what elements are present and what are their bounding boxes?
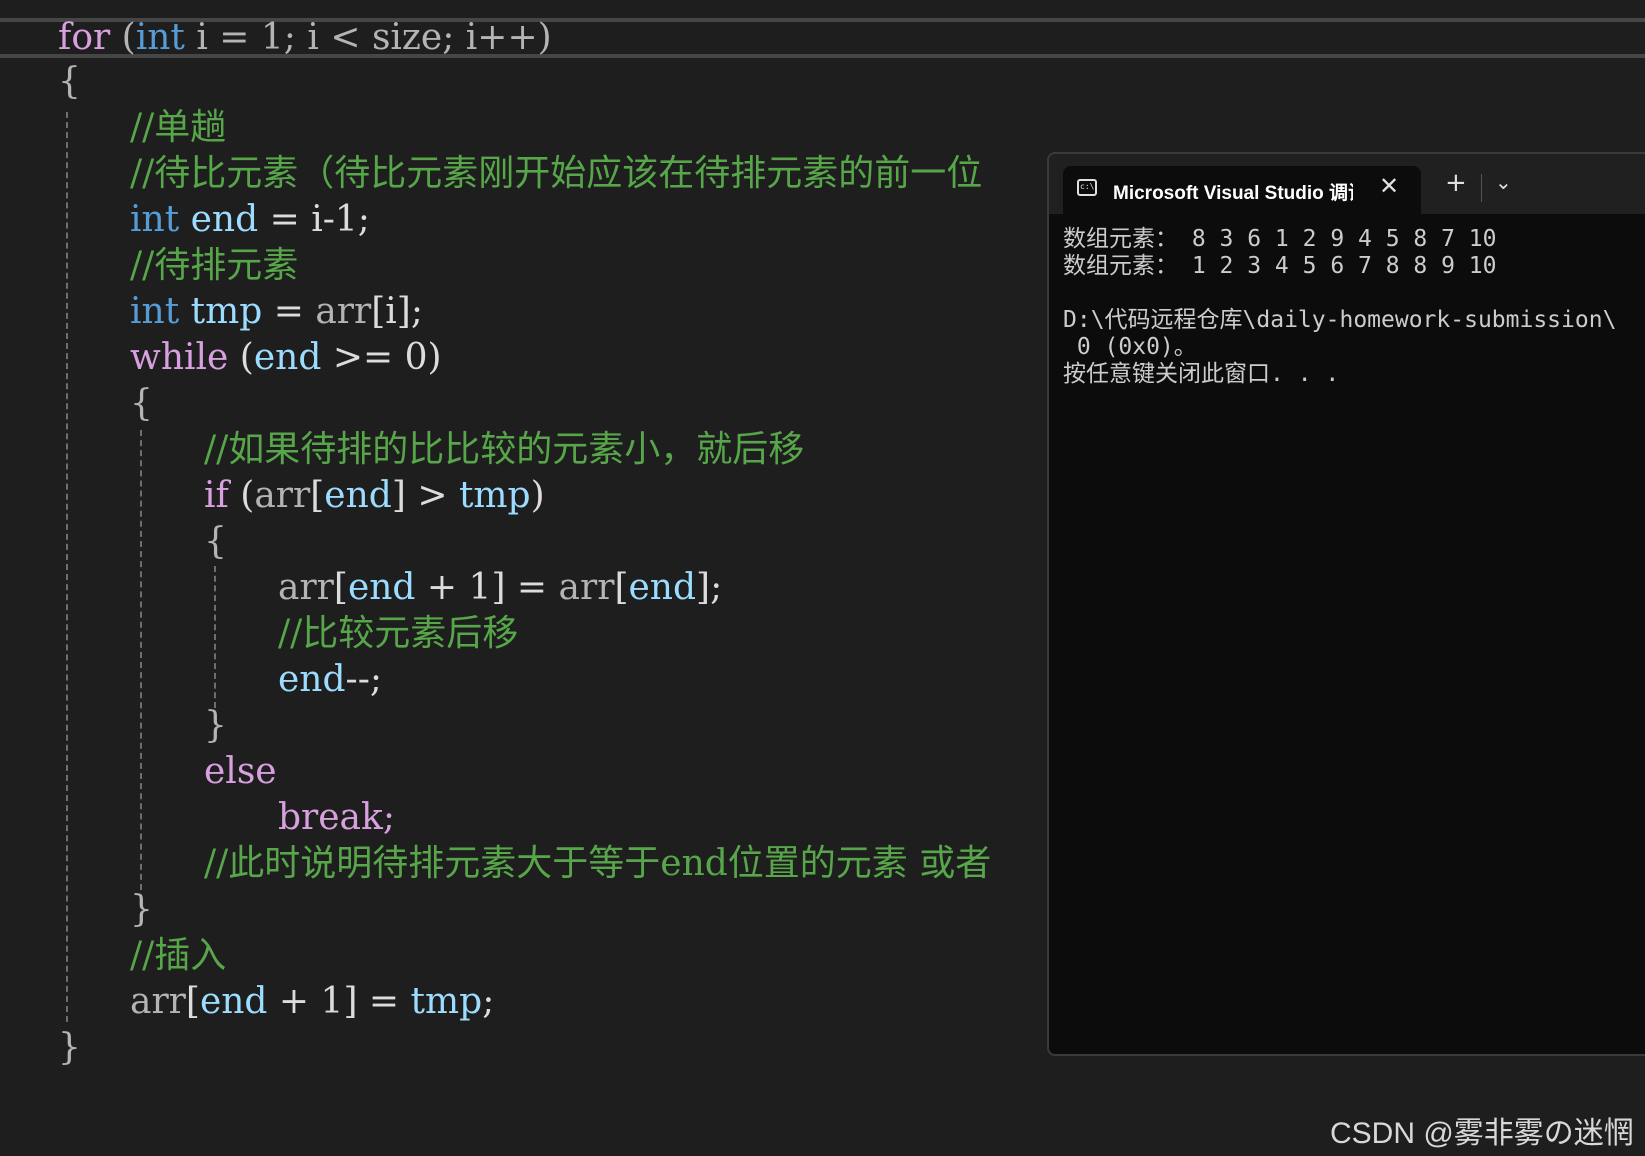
code-comment[interactable]: //如果待排的比比较的元素小，就后移 [204,426,804,474]
code-comment[interactable]: //此时说明待排元素大于等于end位置的元素 或者 [204,840,991,888]
keyword-int: int [135,17,185,58]
console-output[interactable]: 数组元素： 8 3 6 1 2 9 4 5 8 7 10 数组元素： 1 2 3 … [1063,226,1616,388]
code-line-brace-close[interactable]: } [130,886,153,934]
console-line: 数组元素： 8 3 6 1 2 9 4 5 8 7 10 [1063,226,1497,252]
console-line: D:\代码远程仓库\daily-homework-submission\ [1063,307,1617,333]
code-comment[interactable]: //单趟 [130,104,226,152]
code-line-if[interactable]: if (arr[end] > tmp) [204,472,545,520]
code-comment[interactable]: //插入 [130,932,226,980]
keyword-if: if [204,475,229,516]
code-comment[interactable]: //待比元素（待比元素刚开始应该在待排元素的前一位 [130,150,982,198]
csdn-watermark: CSDN @雾非雾の迷惘 [1330,1117,1634,1150]
tab-separator [1481,174,1482,202]
console-tab[interactable]: Microsoft Visual Studio 调试控制台 ✕ [1063,166,1421,214]
indent-guide [140,430,142,890]
code-line-insert[interactable]: arr[end + 1] = tmp; [130,978,494,1026]
code-line-assign[interactable]: arr[end + 1] = arr[end]; [278,564,722,612]
code-line-int-tmp[interactable]: int tmp = arr[i]; [130,288,423,336]
keyword-while: while [130,337,229,378]
debug-console-window[interactable]: Microsoft Visual Studio 调试控制台 ✕ + ⌄ 数组元素… [1047,152,1645,1056]
keyword-for: for [58,17,111,58]
code-line-int-end[interactable]: int end = i-1; [130,196,370,244]
code-line-brace-open[interactable]: { [58,58,81,106]
code-line-brace-close[interactable]: } [58,1024,81,1072]
code-editor[interactable]: for (int i = 1; i < size; i++) { //单趟 //… [0,0,1645,1156]
console-tab-title: Microsoft Visual Studio 调试控制台 [1113,183,1353,204]
indent-guide [214,566,216,708]
code-line-brace-open[interactable]: { [204,518,227,566]
console-line: 0 (0x0)。 [1063,334,1197,360]
code-comment[interactable]: //待排元素 [130,242,298,290]
keyword-int: int [130,291,180,332]
code-comment[interactable]: //比较元素后移 [278,610,518,658]
chevron-down-icon[interactable]: ⌄ [1495,170,1512,194]
code-line-while[interactable]: while (end >= 0) [130,334,442,382]
code-line-decrement[interactable]: end--; [278,656,382,704]
terminal-icon [1077,179,1097,196]
code-line-else[interactable]: else [204,748,277,796]
console-line: 数组元素： 1 2 3 4 5 6 7 8 8 9 10 [1063,253,1497,279]
code-line-break[interactable]: break; [278,794,395,842]
code-line-brace-open[interactable]: { [130,380,153,428]
console-line: 按任意键关闭此窗口. . . [1063,361,1340,387]
keyword-int: int [130,199,180,240]
code-line-brace-close[interactable]: } [204,702,227,750]
console-titlebar[interactable]: Microsoft Visual Studio 调试控制台 ✕ + ⌄ [1049,154,1645,214]
plus-icon[interactable]: + [1445,168,1467,198]
close-icon[interactable]: ✕ [1379,172,1399,200]
code-line-for[interactable]: for (int i = 1; i < size; i++) [58,14,552,62]
indent-guide [66,112,68,1022]
